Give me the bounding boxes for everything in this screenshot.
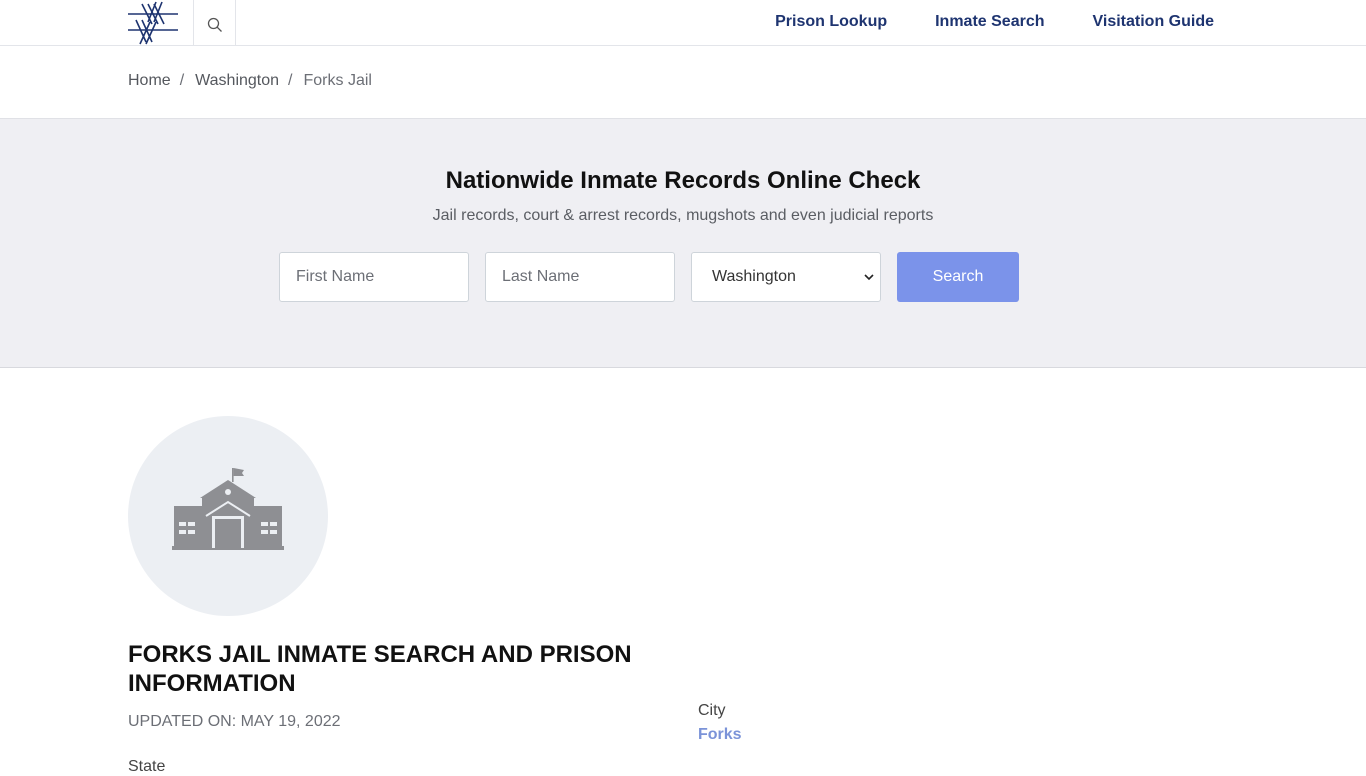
updated-date: UPDATED ON: MAY 19, 2022 — [128, 713, 341, 730]
nav-inmate-search[interactable]: Inmate Search — [935, 0, 1044, 46]
courthouse-icon — [172, 468, 284, 550]
site-logo[interactable] — [128, 0, 194, 46]
site-header: Prison Lookup Inmate Search Visitation G… — [0, 0, 1366, 46]
search-icon — [207, 17, 222, 32]
city-link[interactable]: Forks — [698, 726, 742, 744]
header-search-button[interactable] — [194, 0, 236, 46]
facility-image — [128, 416, 328, 616]
last-name-input[interactable] — [485, 252, 675, 302]
state-select-value: Washington — [712, 268, 796, 285]
state-select[interactable]: Washington — [691, 252, 881, 302]
breadcrumb-separator: / — [288, 72, 293, 89]
inmate-search-band: Nationwide Inmate Records Online Check J… — [0, 118, 1366, 368]
breadcrumb-home[interactable]: Home — [128, 72, 171, 90]
search-button[interactable]: Search — [897, 252, 1019, 302]
barbed-wire-logo-icon — [128, 1, 178, 45]
nav-visitation-guide[interactable]: Visitation Guide — [1093, 0, 1215, 46]
city-label: City — [698, 702, 726, 719]
breadcrumb-current: Forks Jail — [303, 72, 372, 89]
page-title: FORKS JAIL INMATE SEARCH AND PRISON INFO… — [128, 641, 632, 697]
breadcrumb: Home / Washington / Forks Jail — [128, 72, 372, 90]
main-nav: Prison Lookup Inmate Search Visitation G… — [727, 0, 1214, 46]
search-band-subtitle: Jail records, court & arrest records, mu… — [432, 207, 934, 224]
first-name-input[interactable] — [279, 252, 469, 302]
breadcrumb-washington[interactable]: Washington — [195, 72, 279, 90]
nav-prison-lookup[interactable]: Prison Lookup — [775, 0, 887, 46]
breadcrumb-separator: / — [179, 72, 185, 89]
search-band-title: Nationwide Inmate Records Online Check — [445, 167, 921, 194]
state-label: State — [128, 758, 166, 775]
chevron-down-icon — [864, 274, 874, 281]
